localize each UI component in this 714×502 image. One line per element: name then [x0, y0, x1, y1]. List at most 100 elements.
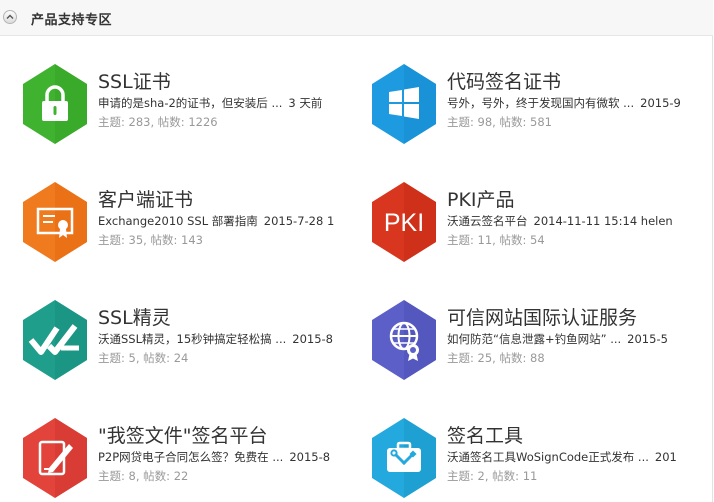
latest-post-time: 3 天前	[288, 96, 323, 110]
forum-item-sign-tool: 签名工具 沃通签名工具WoSignCode正式发布 ... 201 主题: 2, …	[372, 418, 702, 498]
latest-post-link[interactable]: 沃通SSL精灵，15秒钟搞定轻松搞 ...	[98, 332, 286, 346]
forum-stats-trusted-site: 主题: 25, 帖数: 88	[447, 350, 545, 366]
topics-count: 8	[128, 469, 136, 483]
forum-icon-sign-doc[interactable]	[23, 418, 87, 498]
chevron-up-icon	[6, 14, 14, 19]
topics-count: 35	[128, 233, 144, 247]
forum-item-sign-doc: "我签文件"签名平台 P2P网贷电子合同怎么签？免费在 ... 2015-8 主题…	[23, 418, 353, 498]
posts-label: , 帖数:	[492, 233, 531, 247]
certificate-icon	[23, 182, 87, 262]
latest-post-time: 2015-9	[640, 96, 681, 110]
posts-count: 581	[530, 115, 552, 129]
topics-count: 283	[128, 115, 151, 129]
windows-icon	[372, 64, 436, 144]
forum-stats-sign-tool: 主题: 2, 帖数: 11	[447, 468, 537, 484]
posts-label: , 帖数:	[492, 351, 531, 365]
latest-post-time: 2015-8	[289, 450, 331, 464]
latest-post-link[interactable]: P2P网贷电子合同怎么签？免费在 ...	[98, 450, 283, 464]
latest-post-link[interactable]: 沃通云签名平台	[447, 214, 528, 228]
forum-icon-ssl[interactable]	[23, 64, 87, 144]
posts-label: , 帖数:	[150, 115, 189, 129]
topics-label: 主题:	[447, 351, 478, 365]
forum-icon-sign-tool[interactable]	[372, 418, 436, 498]
posts-label: , 帖数:	[484, 469, 523, 483]
latest-post-sign-tool: 沃通签名工具WoSignCode正式发布 ... 201	[447, 449, 683, 465]
posts-label: , 帖数:	[135, 469, 174, 483]
topics-label: 主题:	[447, 115, 478, 129]
forum-title-ssl-wizard[interactable]: SSL精灵	[98, 303, 171, 330]
latest-post-client-cert: Exchange2010 SSL 部署指南 2015-7-28 1	[98, 213, 334, 229]
forum-title-sign-tool[interactable]: 签名工具	[447, 421, 523, 448]
posts-label: , 帖数:	[492, 115, 531, 129]
globe-seal-icon	[372, 300, 436, 380]
topics-label: 主题:	[98, 115, 129, 129]
topics-count: 25	[477, 351, 493, 365]
section-header: 产品支持专区	[0, 0, 713, 36]
forum-title-pki[interactable]: PKI产品	[447, 185, 515, 212]
latest-post-time: 201	[654, 450, 677, 464]
collapse-button[interactable]	[3, 10, 17, 24]
latest-post-time: 2015-5	[627, 332, 668, 346]
forum-item-ssl-wizard: SSL精灵 沃通SSL精灵，15秒钟搞定轻松搞 ... 2015-8 主题: 5,…	[23, 300, 353, 380]
forum-icon-trusted-site[interactable]	[372, 300, 436, 380]
latest-post-time: 2015-8	[292, 332, 333, 346]
section-title: 产品支持专区	[31, 13, 113, 28]
posts-count: 143	[181, 233, 203, 247]
latest-post-time: 2014-11-11 15:14 helen	[533, 214, 673, 228]
forum-item-code-signing: 代码签名证书 号外，号外，终于发现国内有微软 ... 2015-9 主题: 98,…	[372, 64, 702, 144]
latest-post-link[interactable]: Exchange2010 SSL 部署指南	[98, 214, 258, 228]
posts-label: , 帖数:	[143, 233, 182, 247]
forum-icon-ssl-wizard[interactable]	[23, 300, 87, 380]
lock-icon	[23, 64, 87, 144]
forum-stats-code-signing: 主题: 98, 帖数: 581	[447, 114, 552, 130]
latest-post-pki: 沃通云签名平台 2014-11-11 15:14 helen	[447, 213, 683, 229]
topics-count: 11	[477, 233, 493, 247]
forum-item-pki: PKI PKI产品 沃通云签名平台 2014-11-11 15:14 helen …	[372, 182, 702, 262]
forum-stats-client-cert: 主题: 35, 帖数: 143	[98, 232, 203, 248]
toolbox-icon	[372, 418, 436, 498]
topics-label: 主题:	[98, 233, 129, 247]
topics-label: 主题:	[98, 351, 129, 365]
latest-post-time: 2015-7-28 1	[263, 214, 334, 228]
posts-count: 22	[173, 469, 189, 483]
topics-label: 主题:	[447, 469, 478, 483]
forum-stats-ssl: 主题: 283, 帖数: 1226	[98, 114, 218, 130]
topics-label: 主题:	[98, 469, 129, 483]
forum-title-trusted-site[interactable]: 可信网站国际认证服务	[447, 303, 637, 330]
forum-stats-pki: 主题: 11, 帖数: 54	[447, 232, 545, 248]
forum-item-trusted-site: 可信网站国际认证服务 如何防范“信息泄露+钓鱼网站” ... 2015-5 主题:…	[372, 300, 702, 380]
forum-title-code-signing[interactable]: 代码签名证书	[447, 67, 561, 94]
pki-icon: PKI	[372, 182, 436, 262]
double-check-icon	[23, 300, 87, 380]
posts-count: 54	[530, 233, 545, 247]
latest-post-link[interactable]: 沃通签名工具WoSignCode正式发布 ...	[447, 450, 649, 464]
latest-post-link[interactable]: 申请的是sha-2的证书，但安装后 ...	[98, 96, 282, 110]
topics-count: 5	[128, 351, 136, 365]
forum-title-ssl[interactable]: SSL证书	[98, 67, 171, 94]
forum-item-client-cert: 客户端证书 Exchange2010 SSL 部署指南 2015-7-28 1 主…	[23, 182, 353, 262]
latest-post-code-signing: 号外，号外，终于发现国内有微软 ... 2015-9	[447, 95, 683, 111]
forum-title-sign-doc[interactable]: "我签文件"签名平台	[98, 421, 267, 448]
latest-post-ssl-wizard: 沃通SSL精灵，15秒钟搞定轻松搞 ... 2015-8	[98, 331, 334, 347]
forum-icon-code-signing[interactable]	[372, 64, 436, 144]
forum-icon-client-cert[interactable]	[23, 182, 87, 262]
latest-post-trusted-site: 如何防范“信息泄露+钓鱼网站” ... 2015-5	[447, 331, 683, 347]
latest-post-ssl: 申请的是sha-2的证书，但安装后 ... 3 天前	[98, 95, 334, 111]
topics-count: 98	[477, 115, 493, 129]
latest-post-sign-doc: P2P网贷电子合同怎么签？免费在 ... 2015-8	[98, 449, 334, 465]
pen-document-icon	[23, 418, 87, 498]
posts-count: 1226	[188, 115, 218, 129]
forum-item-ssl: SSL证书 申请的是sha-2的证书，但安装后 ... 3 天前 主题: 283,…	[23, 64, 353, 144]
forum-stats-sign-doc: 主题: 8, 帖数: 22	[98, 468, 188, 484]
pki-icon-text: PKI	[384, 209, 424, 237]
posts-count: 88	[530, 351, 545, 365]
topics-label: 主题:	[447, 233, 478, 247]
forum-icon-pki[interactable]: PKI	[372, 182, 436, 262]
posts-label: , 帖数:	[135, 351, 174, 365]
latest-post-link[interactable]: 如何防范“信息泄露+钓鱼网站” ...	[447, 332, 621, 346]
posts-count: 11	[522, 469, 538, 483]
topics-count: 2	[477, 469, 485, 483]
posts-count: 24	[173, 351, 189, 365]
forum-title-client-cert[interactable]: 客户端证书	[98, 185, 193, 212]
latest-post-link[interactable]: 号外，号外，终于发现国内有微软 ...	[447, 96, 634, 110]
